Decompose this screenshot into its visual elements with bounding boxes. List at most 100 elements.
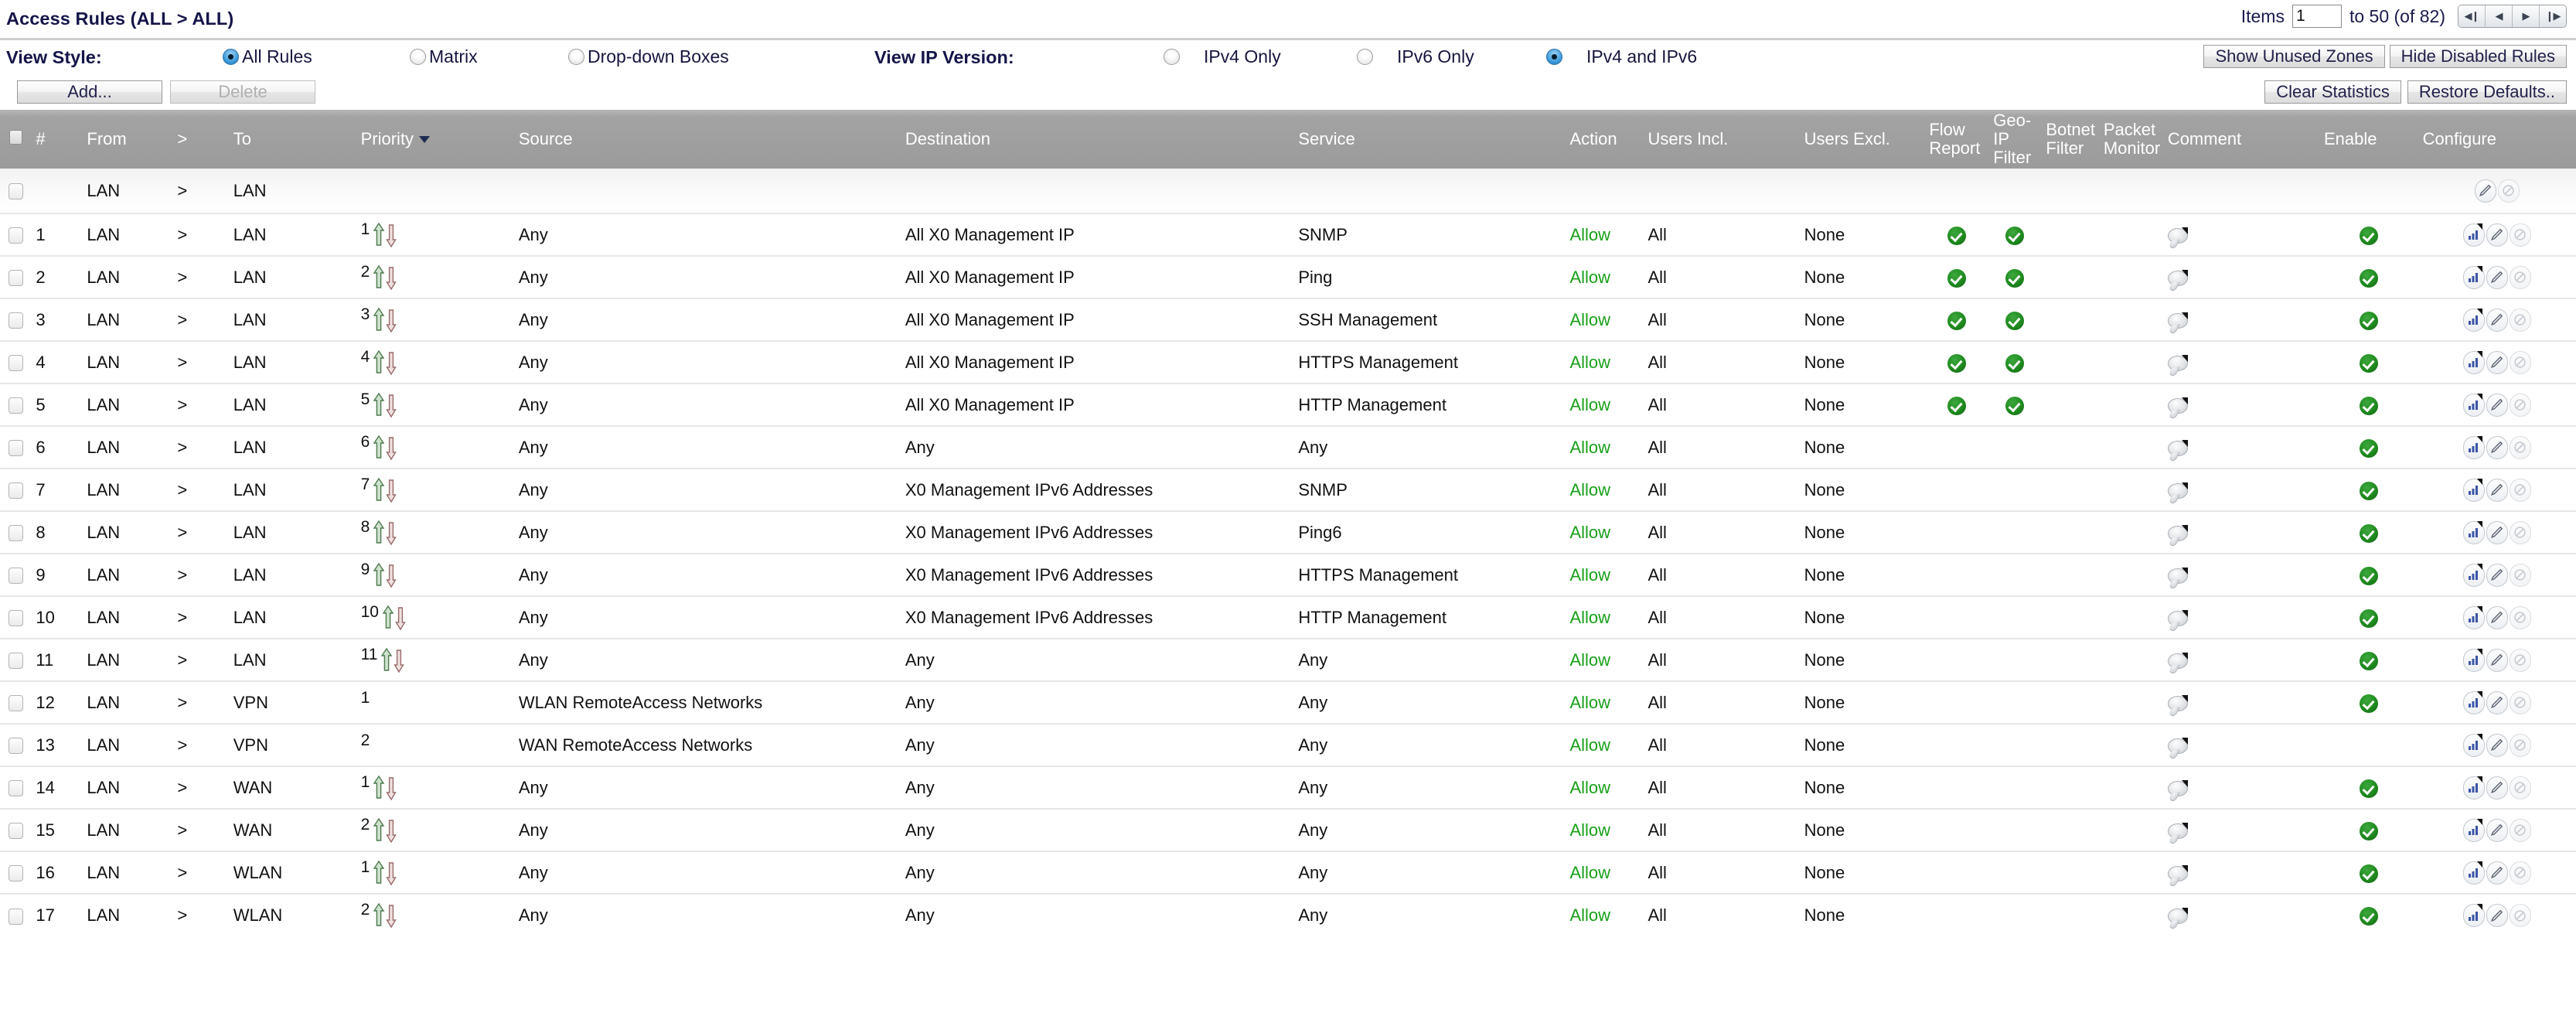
disable-icon[interactable] bbox=[2509, 648, 2531, 672]
comment-icon[interactable] bbox=[2167, 609, 2188, 626]
row-botnet-filter[interactable] bbox=[2041, 384, 2098, 426]
row-comment[interactable] bbox=[2163, 213, 2319, 256]
geo-ip-filter-enabled-icon[interactable] bbox=[2005, 226, 2025, 245]
table-row[interactable]: 4 LAN > LAN 4 Any All X0 Management IP HTTPS Ma… bbox=[0, 341, 2576, 384]
restore-defaults-button[interactable]: Restore Defaults.. bbox=[2407, 80, 2567, 104]
statistics-icon[interactable] bbox=[2462, 818, 2485, 842]
statistics-icon[interactable] bbox=[2462, 605, 2485, 629]
row-packet-monitor[interactable] bbox=[2099, 426, 2163, 469]
row-flow-report[interactable] bbox=[1924, 213, 1988, 256]
priority-arrows-icon[interactable] bbox=[372, 392, 397, 418]
disable-icon[interactable] bbox=[2509, 350, 2531, 374]
edit-icon[interactable] bbox=[2486, 776, 2508, 799]
enable-toggle-icon[interactable] bbox=[2359, 864, 2378, 883]
row-geo-ip-filter[interactable] bbox=[1988, 426, 2041, 469]
comment-icon[interactable] bbox=[2167, 397, 2188, 414]
row-enable[interactable] bbox=[2319, 469, 2418, 511]
radio-ipv4-only-icon[interactable] bbox=[1164, 49, 1180, 65]
priority-arrows-icon[interactable] bbox=[372, 264, 397, 291]
row-select[interactable] bbox=[0, 256, 31, 298]
priority-arrows-icon[interactable] bbox=[372, 562, 397, 588]
row-packet-monitor[interactable] bbox=[2099, 384, 2163, 426]
row-select[interactable] bbox=[0, 894, 31, 936]
row-enable[interactable] bbox=[2319, 851, 2418, 894]
row-select-checkbox[interactable] bbox=[8, 610, 23, 627]
row-flow-report[interactable] bbox=[1924, 469, 1988, 511]
row-comment[interactable] bbox=[2163, 639, 2319, 681]
hide-disabled-rules-button[interactable]: Hide Disabled Rules bbox=[2389, 45, 2567, 68]
row-packet-monitor[interactable] bbox=[2099, 554, 2163, 596]
edit-icon[interactable] bbox=[2486, 393, 2508, 417]
row-geo-ip-filter[interactable] bbox=[1988, 384, 2041, 426]
row-comment[interactable] bbox=[2163, 894, 2319, 936]
statistics-icon[interactable] bbox=[2462, 733, 2485, 757]
row-configure[interactable] bbox=[2418, 596, 2576, 639]
row-configure[interactable] bbox=[2418, 724, 2576, 766]
table-row[interactable]: 5 LAN > LAN 5 Any All X0 Management IP HTTP Man… bbox=[0, 384, 2576, 426]
enable-toggle-icon[interactable] bbox=[2359, 694, 2378, 713]
row-configure[interactable] bbox=[2418, 894, 2576, 936]
statistics-icon[interactable] bbox=[2462, 776, 2485, 799]
row-flow-report[interactable] bbox=[1924, 554, 1988, 596]
row-flow-report[interactable] bbox=[1924, 298, 1988, 341]
row-select-checkbox[interactable] bbox=[8, 355, 23, 372]
row-geo-ip-filter[interactable] bbox=[1988, 809, 2041, 851]
row-botnet-filter[interactable] bbox=[2041, 256, 2098, 298]
statistics-icon[interactable] bbox=[2462, 648, 2485, 672]
row-packet-monitor[interactable] bbox=[2099, 766, 2163, 809]
row-select-checkbox[interactable] bbox=[8, 312, 23, 329]
priority-arrows-icon[interactable] bbox=[372, 520, 397, 546]
edit-icon[interactable] bbox=[2486, 435, 2508, 459]
row-comment[interactable] bbox=[2163, 851, 2319, 894]
priority-arrows-icon[interactable] bbox=[372, 860, 397, 886]
flow-report-enabled-icon[interactable] bbox=[1947, 311, 1966, 330]
row-packet-monitor[interactable] bbox=[2099, 469, 2163, 511]
row-botnet-filter[interactable] bbox=[2041, 341, 2098, 384]
row-packet-monitor[interactable] bbox=[2099, 511, 2163, 554]
next-page-icon[interactable]: ▶ bbox=[2513, 5, 2540, 27]
row-flow-report[interactable] bbox=[1924, 851, 1988, 894]
row-geo-ip-filter[interactable] bbox=[1988, 298, 2041, 341]
enable-toggle-icon[interactable] bbox=[2359, 821, 2378, 840]
row-packet-monitor[interactable] bbox=[2099, 298, 2163, 341]
row-geo-ip-filter[interactable] bbox=[1988, 169, 2041, 213]
row-enable[interactable] bbox=[2319, 298, 2418, 341]
comment-icon[interactable] bbox=[2167, 737, 2188, 754]
row-geo-ip-filter[interactable] bbox=[1988, 554, 2041, 596]
geo-ip-filter-enabled-icon[interactable] bbox=[2005, 353, 2025, 373]
row-select-checkbox[interactable] bbox=[8, 568, 23, 585]
row-flow-report[interactable] bbox=[1924, 894, 1988, 936]
row-configure[interactable] bbox=[2418, 256, 2576, 298]
row-select-checkbox[interactable] bbox=[8, 482, 23, 499]
statistics-icon[interactable] bbox=[2462, 904, 2485, 927]
row-enable[interactable] bbox=[2319, 724, 2418, 766]
row-botnet-filter[interactable] bbox=[2041, 639, 2098, 681]
row-enable[interactable] bbox=[2319, 213, 2418, 256]
row-flow-report[interactable] bbox=[1924, 341, 1988, 384]
row-configure[interactable] bbox=[2418, 426, 2576, 469]
table-row[interactable]: 7 LAN > LAN 7 Any X0 Management IPv6 Addresses… bbox=[0, 469, 2576, 511]
priority-arrows-icon[interactable] bbox=[372, 307, 397, 333]
row-flow-report[interactable] bbox=[1924, 256, 1988, 298]
row-select[interactable] bbox=[0, 554, 31, 596]
comment-icon[interactable] bbox=[2167, 822, 2188, 839]
first-page-icon[interactable]: ◀❙ bbox=[2458, 5, 2486, 27]
row-select-checkbox[interactable] bbox=[8, 780, 23, 797]
row-select-checkbox[interactable] bbox=[8, 653, 23, 670]
row-flow-report[interactable] bbox=[1924, 169, 1988, 213]
column-header-packet-monitor[interactable]: Packet Monitor bbox=[2098, 110, 2163, 169]
row-comment[interactable] bbox=[2163, 554, 2319, 596]
row-comment[interactable] bbox=[2163, 809, 2319, 851]
row-select[interactable] bbox=[0, 596, 31, 639]
edit-icon[interactable] bbox=[2486, 308, 2508, 332]
comment-icon[interactable] bbox=[2167, 652, 2188, 669]
priority-arrows-icon[interactable] bbox=[372, 775, 397, 801]
radio-all-rules-icon[interactable] bbox=[223, 49, 239, 65]
radio-ipv6-only-icon[interactable] bbox=[1357, 49, 1373, 65]
row-configure[interactable] bbox=[2418, 851, 2576, 894]
enable-toggle-icon[interactable] bbox=[2359, 353, 2378, 373]
radio-ipv6-only[interactable]: IPv6 Only bbox=[1357, 46, 1474, 67]
row-enable[interactable] bbox=[2319, 639, 2418, 681]
row-botnet-filter[interactable] bbox=[2041, 766, 2098, 809]
comment-icon[interactable] bbox=[2167, 312, 2188, 329]
